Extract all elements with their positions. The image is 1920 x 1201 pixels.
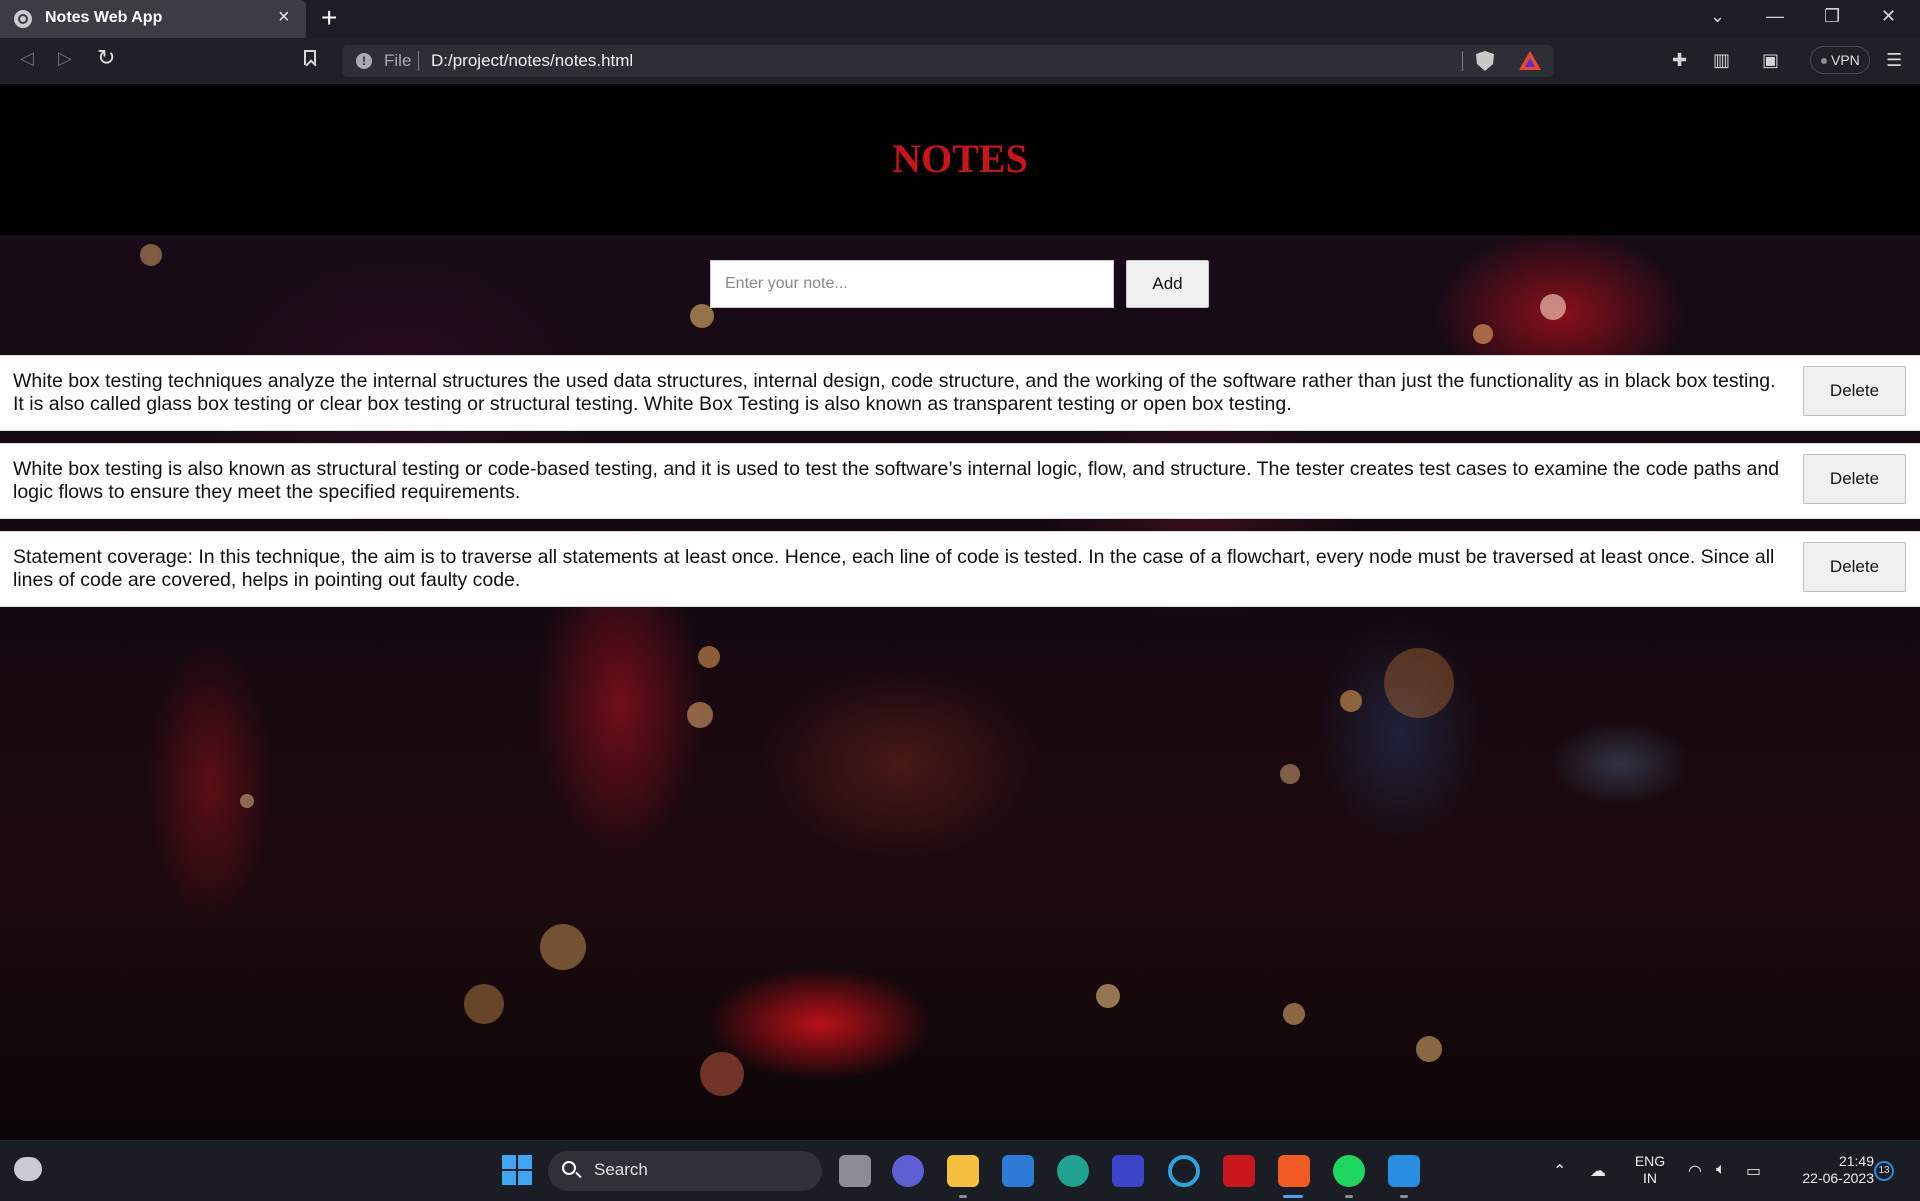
delete-button[interactable]: Delete: [1803, 366, 1906, 416]
search-label: Search: [594, 1160, 648, 1179]
clock-time: 21:49: [1838, 1153, 1874, 1169]
mcafee-icon[interactable]: [1223, 1155, 1255, 1187]
reload-icon[interactable]: ↻: [97, 45, 115, 71]
extensions-icon[interactable]: ✚: [1672, 50, 1687, 71]
delete-button[interactable]: Delete: [1803, 454, 1906, 504]
vpn-label: VPN: [1831, 52, 1860, 68]
cortana-icon[interactable]: [1168, 1155, 1200, 1187]
tab-search-icon[interactable]: ⌄: [1710, 6, 1725, 27]
bokeh-light: [1280, 764, 1300, 784]
bokeh-light: [687, 702, 713, 728]
address-bar[interactable]: ! File D:/project/notes/notes.html: [342, 45, 1554, 77]
volume-icon[interactable]: 🔈︎: [1716, 1161, 1726, 1179]
windows-start-icon[interactable]: [502, 1155, 532, 1185]
file-explorer-icon[interactable]: [947, 1155, 979, 1187]
bokeh-light: [240, 794, 254, 808]
search-icon: [562, 1161, 576, 1175]
note-input[interactable]: [710, 260, 1114, 308]
windows-taskbar: Search ⌃ ☁ ENG IN ◠ 🔈︎ ▭ 21:49 22-06-202…: [0, 1140, 1920, 1201]
spotify-running-indicator: [1345, 1195, 1353, 1198]
taskbar-search[interactable]: Search: [548, 1151, 822, 1191]
bokeh-light: [1096, 984, 1120, 1008]
bokeh-light: [1473, 324, 1493, 344]
clock[interactable]: 21:49 22-06-2023: [1780, 1153, 1874, 1187]
weather-widget-icon[interactable]: [14, 1157, 42, 1181]
bokeh-light: [1283, 1003, 1305, 1025]
battery-icon[interactable]: ▭: [1746, 1161, 1761, 1181]
notification-badge[interactable]: 13: [1874, 1161, 1894, 1181]
note-item: Statement coverage: In this technique, t…: [0, 531, 1920, 607]
task-view-icon[interactable]: [839, 1155, 871, 1187]
bookmark-icon[interactable]: [304, 50, 316, 65]
vpn-button[interactable]: VPN: [1810, 46, 1870, 74]
page-title: NOTES: [892, 136, 1028, 181]
page-header: NOTES: [0, 84, 1920, 235]
wallet-icon[interactable]: ▣: [1762, 50, 1779, 71]
address-url[interactable]: D:/project/notes/notes.html: [431, 51, 633, 71]
vscode-running-indicator: [1400, 1195, 1408, 1198]
note-item: White box testing techniques analyze the…: [0, 355, 1920, 431]
browser-toolbar: ◁ ▷ ↻ ! File D:/project/notes/notes.html…: [0, 38, 1920, 85]
edge-icon[interactable]: [1057, 1155, 1089, 1187]
restore-button[interactable]: ❐: [1824, 6, 1840, 27]
language-indicator[interactable]: ENG IN: [1632, 1153, 1668, 1187]
vpn-status-dot: [1821, 58, 1827, 64]
microsoft-store-icon[interactable]: [1002, 1155, 1034, 1187]
address-scheme: File: [384, 51, 412, 70]
info-icon[interactable]: !: [356, 53, 372, 69]
onedrive-icon[interactable]: ☁: [1590, 1161, 1606, 1181]
bokeh-light: [464, 984, 504, 1024]
bokeh-light: [1540, 294, 1566, 320]
minimize-button[interactable]: —: [1766, 6, 1784, 27]
file-explorer-running-indicator: [959, 1195, 967, 1198]
delete-button[interactable]: Delete: [1803, 542, 1906, 592]
tab-close-icon[interactable]: ×: [278, 6, 290, 29]
brave-shield-icon[interactable]: [1476, 51, 1494, 71]
bokeh-light: [1340, 690, 1362, 712]
page-viewport: NOTES Add White box testing techniques a…: [0, 84, 1920, 1140]
address-separator: [418, 51, 419, 71]
tab-title: Notes Web App: [45, 9, 163, 26]
bokeh-light: [140, 244, 162, 266]
note-item: White box testing is also known as struc…: [0, 443, 1920, 519]
note-text: White box testing is also known as struc…: [13, 458, 1780, 503]
bokeh-light: [1384, 648, 1454, 718]
bokeh-light: [540, 924, 586, 970]
bokeh-light: [1416, 1036, 1442, 1062]
vscode-icon[interactable]: [1388, 1155, 1420, 1187]
forward-icon[interactable]: ▷: [58, 48, 72, 69]
spotify-icon[interactable]: [1333, 1155, 1365, 1187]
close-window-button[interactable]: ✕: [1881, 6, 1896, 27]
brave-active-indicator: [1283, 1195, 1303, 1198]
language-region: IN: [1643, 1170, 1657, 1186]
language-code: ENG: [1634, 1153, 1666, 1169]
brave-icon[interactable]: [1278, 1155, 1310, 1187]
tab-strip: Notes Web App × + ⌄ — ❐ ✕: [0, 0, 1920, 38]
new-tab-button[interactable]: +: [321, 2, 337, 34]
brave-rewards-icon[interactable]: [1519, 51, 1541, 70]
teams-chat-icon[interactable]: [892, 1155, 924, 1187]
bokeh-light: [700, 1052, 744, 1096]
sidebar-icon[interactable]: ▥: [1713, 50, 1730, 71]
bokeh-light: [698, 646, 720, 668]
power-automate-icon[interactable]: [1112, 1155, 1144, 1187]
chevron-up-icon[interactable]: ⌃: [1553, 1161, 1566, 1181]
tab-notes-web-app[interactable]: Notes Web App ×: [0, 0, 306, 38]
clock-date: 22-06-2023: [1802, 1170, 1874, 1186]
address-divider: [1462, 51, 1463, 71]
note-text: White box testing techniques analyze the…: [13, 370, 1776, 415]
back-icon[interactable]: ◁: [20, 48, 34, 69]
add-button[interactable]: Add: [1126, 260, 1209, 308]
wifi-icon[interactable]: ◠: [1688, 1161, 1702, 1181]
menu-icon[interactable]: ☰: [1886, 50, 1902, 71]
note-text: Statement coverage: In this technique, t…: [13, 546, 1775, 591]
globe-icon: [14, 10, 32, 28]
